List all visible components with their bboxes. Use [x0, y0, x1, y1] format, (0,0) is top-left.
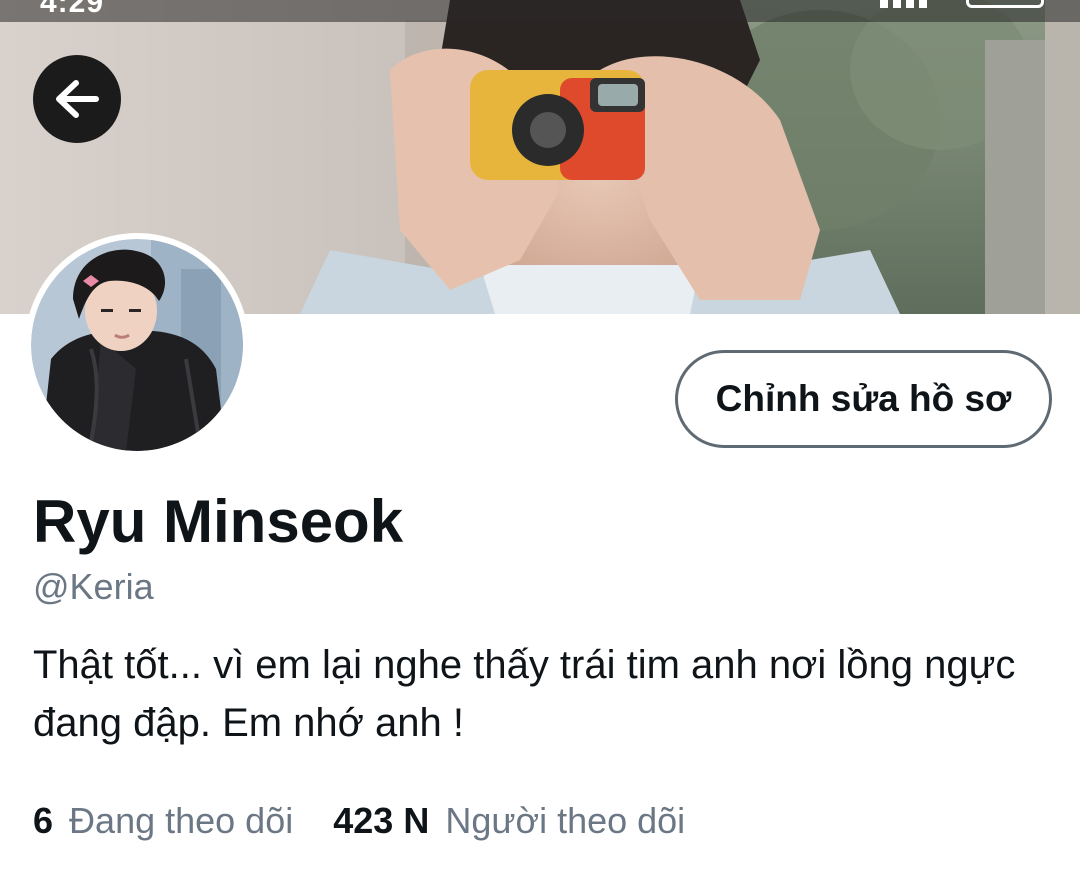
- followers-link[interactable]: 423 N Người theo dõi: [333, 796, 685, 846]
- followers-count: 423 N: [333, 800, 430, 841]
- edit-profile-button[interactable]: Chỉnh sửa hồ sơ: [675, 350, 1052, 448]
- display-name: Ryu Minseok: [33, 488, 404, 555]
- status-bar: 4:29: [0, 0, 1080, 22]
- profile-page: 4:29 Chỉnh sửa hồ sơ Ryu Minseok @Keria …: [0, 0, 1080, 878]
- following-count: 6: [33, 800, 54, 841]
- followers-label: Người theo dõi: [445, 800, 686, 841]
- back-button[interactable]: [33, 55, 121, 143]
- battery-icon: [966, 0, 1044, 8]
- follow-stats: 6 Đang theo dõi 423 N Người theo dõi: [33, 796, 715, 846]
- following-link[interactable]: 6 Đang theo dõi: [33, 796, 293, 846]
- signal-icon: [880, 0, 927, 8]
- avatar-photo: [31, 239, 243, 451]
- profile-bio: Thật tốt... vì em lại nghe thấy trái tim…: [33, 643, 1016, 745]
- following-label: Đang theo dõi: [69, 800, 294, 841]
- arrow-left-icon: [56, 80, 99, 118]
- avatar[interactable]: [25, 233, 249, 457]
- user-handle: @Keria: [33, 566, 154, 607]
- status-time: 4:29: [40, 0, 105, 19]
